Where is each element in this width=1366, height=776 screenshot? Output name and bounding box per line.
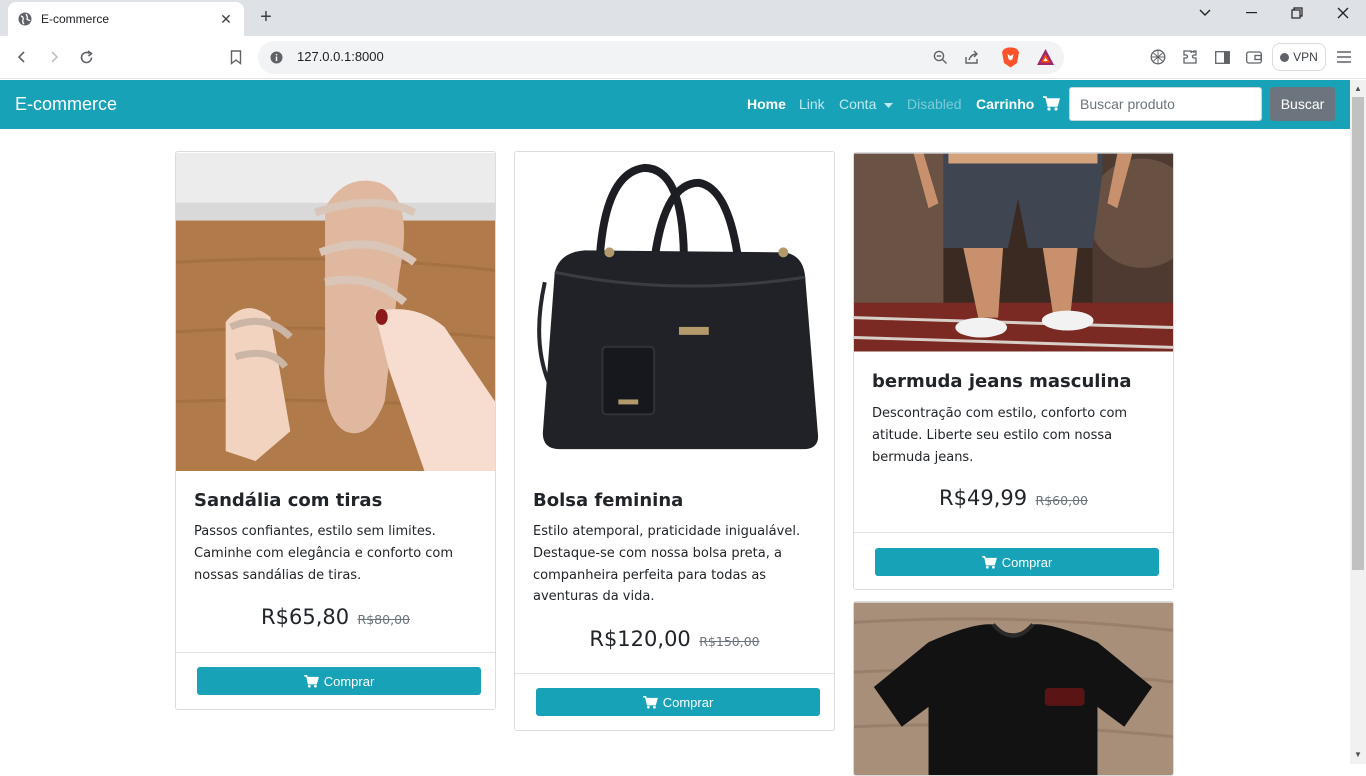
buy-button[interactable]: Comprar <box>536 688 820 716</box>
brave-shield-icon[interactable] <box>1001 47 1020 68</box>
zoom-icon[interactable] <box>933 50 948 65</box>
tab-title: E-commerce <box>41 12 110 26</box>
restore-icon[interactable] <box>1274 0 1320 26</box>
scroll-up-icon[interactable]: ▲ <box>1354 84 1362 93</box>
product-card-bag: Bolsa feminina Estilo atemporal, pratici… <box>514 151 835 731</box>
nav-link-cart[interactable]: Carrinho <box>976 96 1061 112</box>
new-tab-icon[interactable]: + <box>256 6 276 28</box>
scroll-down-icon[interactable]: ▼ <box>1354 750 1362 759</box>
close-window-icon[interactable] <box>1320 0 1366 26</box>
product-description: Passos confiantes, estilo sem limites. C… <box>194 524 454 583</box>
globe-icon <box>18 12 32 26</box>
tshirt-image[interactable] <box>854 602 1173 776</box>
vpn-label: VPN <box>1293 50 1318 64</box>
nav-link-link[interactable]: Link <box>799 96 825 112</box>
browser-tab[interactable]: E-commerce ✕ <box>8 2 244 36</box>
nav-link-conta-label: Conta <box>839 96 877 112</box>
buy-button-label: Comprar <box>1001 554 1053 570</box>
buy-button[interactable]: Comprar <box>197 667 481 695</box>
product-card-shorts: bermuda jeans masculina Descontração com… <box>853 152 1174 590</box>
product-name: Sandália com tiras <box>194 490 383 511</box>
product-old-price: R$60,00 <box>1035 493 1088 508</box>
brave-rewards-icon[interactable] <box>1036 48 1055 66</box>
bag-image[interactable] <box>515 152 834 472</box>
wallet-icon[interactable] <box>1243 46 1265 68</box>
buy-button[interactable]: Comprar <box>875 548 1159 576</box>
address-bar[interactable]: 127.0.0.1:8000 <box>258 41 1064 74</box>
dropdown-caret-icon <box>884 102 894 108</box>
card-footer: Comprar <box>854 532 1173 589</box>
reload-icon[interactable] <box>75 46 97 68</box>
price-row: R$49,99 R$60,00 <box>854 486 1173 510</box>
browser-toolbar: 127.0.0.1:8000 VPN <box>0 36 1366 79</box>
site-navbar: E-commerce Home Link Conta Disabled Carr… <box>0 80 1350 129</box>
tab-search-icon[interactable] <box>1182 0 1228 26</box>
product-name: bermuda jeans masculina <box>872 371 1132 392</box>
cart-icon <box>303 674 319 688</box>
sandal-image[interactable] <box>176 152 495 472</box>
product-description: Estilo atemporal, praticidade inigualáve… <box>533 524 801 605</box>
product-price: R$49,99 <box>939 486 1028 510</box>
extensions-icon[interactable] <box>1179 46 1201 68</box>
price-row: R$120,00 R$150,00 <box>515 627 834 651</box>
product-name: Bolsa feminina <box>533 490 684 511</box>
page-scrollbar[interactable]: ▲ ▼ <box>1350 80 1366 764</box>
cart-icon <box>1043 96 1061 111</box>
share-icon[interactable] <box>964 50 980 65</box>
vpn-button[interactable]: VPN <box>1272 43 1326 71</box>
cart-label: Carrinho <box>976 96 1035 112</box>
brand-logo[interactable]: E-commerce <box>15 94 117 115</box>
cart-icon <box>642 695 658 709</box>
product-price: R$120,00 <box>589 627 691 651</box>
site-info-icon[interactable] <box>270 51 283 64</box>
scrollbar-thumb[interactable] <box>1352 97 1364 570</box>
buy-button-label: Comprar <box>662 694 714 710</box>
search-button[interactable]: Buscar <box>1270 87 1335 121</box>
bookmark-icon[interactable] <box>225 46 247 68</box>
nav-link-disabled: Disabled <box>907 96 962 112</box>
nav-link-home[interactable]: Home <box>747 96 786 112</box>
vpn-network-icon[interactable] <box>1147 46 1169 68</box>
menu-icon[interactable] <box>1333 46 1355 68</box>
product-card-sandal: Sandália com tiras Passos confiantes, es… <box>175 151 496 710</box>
product-card-tshirt <box>853 601 1174 776</box>
browser-tab-bar: E-commerce ✕ + <box>0 0 1366 36</box>
buy-button-label: Comprar <box>323 673 375 689</box>
sidebar-icon[interactable] <box>1211 46 1233 68</box>
forward-icon[interactable] <box>43 46 65 68</box>
card-footer: Comprar <box>176 652 495 709</box>
cart-icon <box>981 555 997 569</box>
nav-link-conta[interactable]: Conta <box>839 96 894 112</box>
product-old-price: R$150,00 <box>699 634 760 649</box>
shorts-image[interactable] <box>854 153 1173 352</box>
vpn-status-icon <box>1280 52 1290 62</box>
minimize-icon[interactable] <box>1228 0 1274 26</box>
card-footer: Comprar <box>515 673 834 730</box>
search-input[interactable] <box>1069 87 1262 121</box>
product-old-price: R$80,00 <box>357 612 410 627</box>
tab-close-icon[interactable]: ✕ <box>218 11 234 28</box>
product-price: R$65,80 <box>261 605 350 629</box>
url-text: 127.0.0.1:8000 <box>297 49 384 64</box>
back-icon[interactable] <box>11 46 33 68</box>
price-row: R$65,80 R$80,00 <box>176 605 495 629</box>
product-description: Descontração com estilo, conforto com at… <box>872 406 1128 465</box>
